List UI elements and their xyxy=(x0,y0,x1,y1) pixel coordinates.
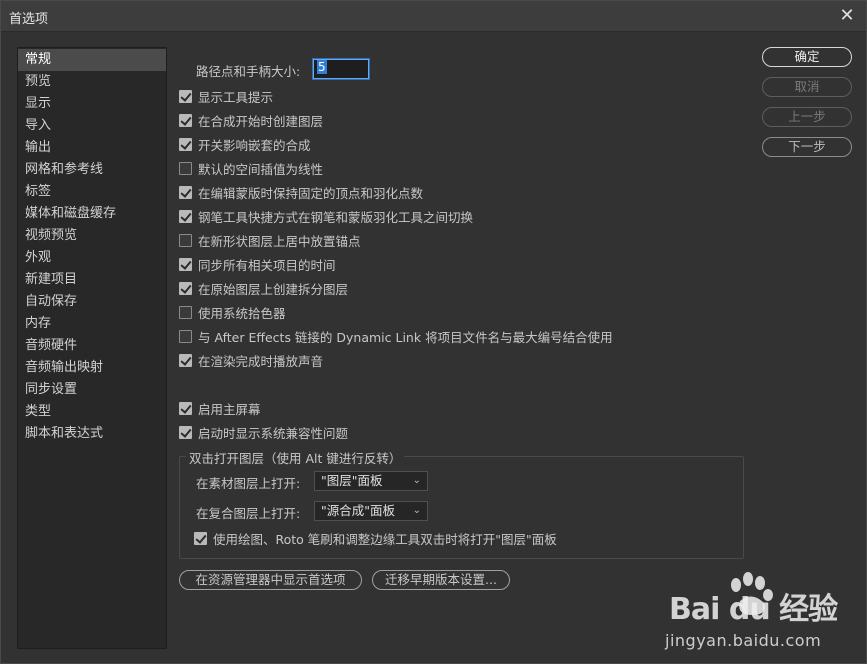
comp-open-select[interactable]: "源合成"面板 ⌄ xyxy=(314,501,428,521)
sidebar-item-auto-save[interactable]: 自动保存 xyxy=(18,291,166,313)
option-label: 显示工具提示 xyxy=(198,89,274,105)
option-center-anchor-shape[interactable]: 在新形状图层上居中放置锚点 xyxy=(179,231,361,249)
option-label: 使用绘图、Roto 笔刷和调整边缘工具双击时将打开"图层"面板 xyxy=(213,531,557,547)
chevron-down-icon: ⌄ xyxy=(412,505,421,516)
sidebar-item-media-cache[interactable]: 媒体和磁盘缓存 xyxy=(18,203,166,225)
checkbox[interactable] xyxy=(194,531,207,545)
checkbox[interactable] xyxy=(179,353,192,367)
sidebar-item-audio-output-mapping[interactable]: 音频输出映射 xyxy=(18,357,166,379)
migrate-settings-button[interactable]: 迁移早期版本设置... xyxy=(372,570,510,590)
path-size-label: 路径点和手柄大小: xyxy=(196,64,301,79)
checkbox[interactable] xyxy=(179,257,192,271)
path-size-value: 5 xyxy=(317,60,327,74)
option-preserve-vertex-count[interactable]: 在编辑蒙版时保持固定的顶点和羽化点数 xyxy=(179,183,423,201)
option-label: 默认的空间插值为线性 xyxy=(198,161,324,177)
option-sync-time[interactable]: 同步所有相关项目的时间 xyxy=(179,255,336,273)
next-button[interactable]: 下一步 xyxy=(762,137,852,157)
option-label: 同步所有相关项目的时间 xyxy=(198,257,336,273)
sidebar-item-grids-guides[interactable]: 网格和参考线 xyxy=(18,159,166,181)
option-pen-shortcut-toggle[interactable]: 钢笔工具快捷方式在钢笔和蒙版羽化工具之间切换 xyxy=(179,207,473,225)
option-label: 在合成开始时创建图层 xyxy=(198,113,324,129)
checkbox[interactable] xyxy=(179,137,192,151)
checkbox[interactable] xyxy=(179,281,192,295)
sidebar-item-output[interactable]: 输出 xyxy=(18,137,166,159)
checkbox[interactable] xyxy=(179,329,192,343)
checkbox[interactable] xyxy=(179,305,192,319)
category-sidebar: 常规 预览 显示 导入 输出 网格和参考线 标签 媒体和磁盘缓存 视频预览 外观… xyxy=(17,47,167,649)
checkbox[interactable] xyxy=(179,233,192,247)
option-label: 启动时显示系统兼容性问题 xyxy=(198,425,349,441)
checkbox[interactable] xyxy=(179,89,192,103)
option-label: 在原始图层上创建拆分图层 xyxy=(198,281,349,297)
watermark-brand: Bai du 经验 xyxy=(669,592,838,627)
option-enable-home-screen[interactable]: 启用主屏幕 xyxy=(179,399,261,417)
checkbox[interactable] xyxy=(179,113,192,127)
previous-button[interactable]: 上一步 xyxy=(762,107,852,127)
title-bar: 首选项 ✕ xyxy=(1,1,866,32)
select-value: "源合成"面板 xyxy=(321,503,395,518)
sidebar-item-memory[interactable]: 内存 xyxy=(18,313,166,335)
checkbox[interactable] xyxy=(179,425,192,439)
footage-open-label: 在素材图层上打开: xyxy=(196,476,301,491)
option-label: 在编辑蒙版时保持固定的顶点和羽化点数 xyxy=(198,185,424,201)
checkbox[interactable] xyxy=(179,209,192,223)
sidebar-item-audio-hardware[interactable]: 音频硬件 xyxy=(18,335,166,357)
dialog-title: 首选项 xyxy=(9,12,49,27)
sidebar-item-previews[interactable]: 预览 xyxy=(18,71,166,93)
close-icon[interactable]: ✕ xyxy=(836,5,858,27)
sidebar-item-sync-settings[interactable]: 同步设置 xyxy=(18,379,166,401)
comp-open-label: 在复合图层上打开: xyxy=(196,506,301,521)
option-play-sound-on-render[interactable]: 在渲染完成时播放声音 xyxy=(179,351,323,369)
sidebar-item-video-preview[interactable]: 视频预览 xyxy=(18,225,166,247)
select-value: "图层"面板 xyxy=(321,473,383,488)
sidebar-item-display[interactable]: 显示 xyxy=(18,93,166,115)
preferences-dialog: 首选项 ✕ 常规 预览 显示 导入 输出 网格和参考线 标签 媒体和磁盘缓存 视… xyxy=(0,0,867,664)
checkbox[interactable] xyxy=(179,161,192,175)
option-label: 使用系统拾色器 xyxy=(198,305,286,321)
checkbox[interactable] xyxy=(179,401,192,415)
sidebar-item-new-project[interactable]: 新建项目 xyxy=(18,269,166,291)
option-split-layer-above[interactable]: 在原始图层上创建拆分图层 xyxy=(179,279,348,297)
sidebar-item-labels[interactable]: 标签 xyxy=(18,181,166,203)
option-system-color-picker[interactable]: 使用系统拾色器 xyxy=(179,303,286,321)
option-paint-double-click[interactable]: 使用绘图、Roto 笔刷和调整边缘工具双击时将打开"图层"面板 xyxy=(194,529,557,547)
double-click-legend: 双击打开图层（使用 Alt 键进行反转） xyxy=(186,448,405,467)
path-size-input[interactable]: 5 xyxy=(312,58,370,80)
option-dynamic-link-naming[interactable]: 与 After Effects 链接的 Dynamic Link 将项目文件名与… xyxy=(179,327,613,345)
sidebar-item-general[interactable]: 常规 xyxy=(18,49,166,71)
option-show-compat-issues[interactable]: 启动时显示系统兼容性问题 xyxy=(179,423,348,441)
option-default-linear-interp[interactable]: 默认的空间插值为线性 xyxy=(179,159,323,177)
sidebar-item-appearance[interactable]: 外观 xyxy=(18,247,166,269)
option-label: 在渲染完成时播放声音 xyxy=(198,353,324,369)
sidebar-item-import[interactable]: 导入 xyxy=(18,115,166,137)
chevron-down-icon: ⌄ xyxy=(412,475,421,486)
option-label: 开关影响嵌套的合成 xyxy=(198,137,311,153)
cancel-button[interactable]: 取消 xyxy=(762,77,852,97)
sidebar-item-type[interactable]: 类型 xyxy=(18,401,166,423)
ok-button[interactable]: 确定 xyxy=(762,47,852,67)
option-label: 与 After Effects 链接的 Dynamic Link 将项目文件名与… xyxy=(198,329,613,345)
watermark-url: jingyan.baidu.com xyxy=(665,631,822,650)
footage-open-select[interactable]: "图层"面板 ⌄ xyxy=(314,471,428,491)
option-label: 启用主屏幕 xyxy=(198,401,261,417)
reveal-prefs-button[interactable]: 在资源管理器中显示首选项 xyxy=(179,570,362,590)
option-switches-affect-nested[interactable]: 开关影响嵌套的合成 xyxy=(179,135,311,153)
sidebar-item-scripting[interactable]: 脚本和表达式 xyxy=(18,423,166,445)
option-show-tooltips[interactable]: 显示工具提示 xyxy=(179,87,273,105)
option-label: 钢笔工具快捷方式在钢笔和蒙版羽化工具之间切换 xyxy=(198,209,474,225)
option-create-layers-at-start[interactable]: 在合成开始时创建图层 xyxy=(179,111,323,129)
option-label: 在新形状图层上居中放置锚点 xyxy=(198,233,361,249)
checkbox[interactable] xyxy=(179,185,192,199)
